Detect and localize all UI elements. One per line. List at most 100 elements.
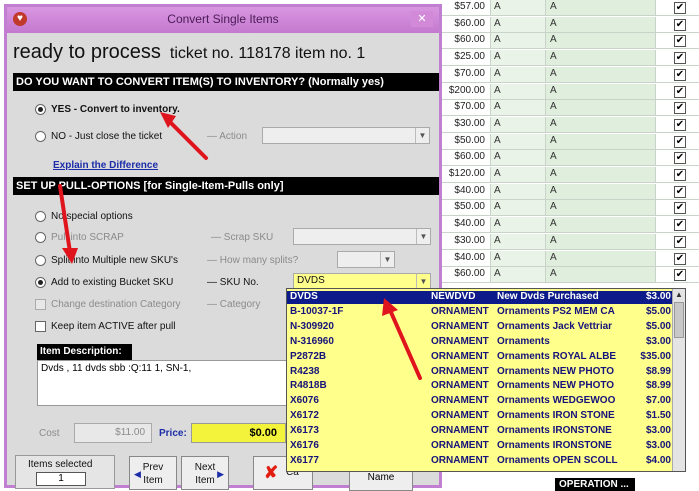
split-multiple-radio[interactable] bbox=[35, 255, 46, 266]
grid-row[interactable]: $60.00 A A ✔ bbox=[440, 33, 699, 50]
grid-row[interactable]: $60.00 A A ✔ bbox=[440, 16, 699, 33]
sku-option[interactable]: N-316960 ORNAMENT Ornaments $3.00 bbox=[287, 336, 673, 349]
cost-label: Cost bbox=[39, 428, 60, 439]
sku-option[interactable]: X6076 ORNAMENT Ornaments WEDGEWOO $7.00 bbox=[287, 395, 673, 408]
next-item-button[interactable]: ▶ Next Item bbox=[181, 456, 229, 490]
category-label: — Category bbox=[207, 299, 261, 310]
grid-divider bbox=[490, 150, 491, 167]
grid-row[interactable]: $30.00 A A ✔ bbox=[440, 233, 699, 250]
pull-scrap-label: Pull into SCRAP bbox=[51, 232, 124, 243]
no-close-radio[interactable] bbox=[35, 131, 46, 142]
scrap-sku-select[interactable]: ▼ bbox=[293, 228, 431, 245]
sku-option-category: ORNAMENT bbox=[431, 350, 489, 362]
grid-checkbox[interactable]: ✔ bbox=[674, 219, 686, 232]
explain-difference-link[interactable]: Explain the Difference bbox=[53, 160, 158, 171]
grid-divider bbox=[490, 116, 491, 133]
grid-row[interactable]: $40.00 A A ✔ bbox=[440, 217, 699, 234]
grid-checkbox[interactable]: ✔ bbox=[674, 102, 686, 115]
grid-col-a: A bbox=[494, 184, 501, 196]
grid-checkbox[interactable]: ✔ bbox=[674, 68, 686, 81]
yes-convert-radio[interactable] bbox=[35, 104, 46, 115]
scrap-sku-label: — Scrap SKU bbox=[211, 232, 274, 243]
grid-divider bbox=[490, 33, 491, 50]
change-category-checkbox[interactable] bbox=[35, 299, 46, 310]
grid-col-a: A bbox=[494, 268, 501, 280]
grid-cell-bg bbox=[546, 16, 655, 32]
grid-checkbox[interactable]: ✔ bbox=[674, 85, 686, 98]
sku-option[interactable]: R4238 ORNAMENT Ornaments NEW PHOTO $8.99 bbox=[287, 366, 673, 379]
grid-checkbox[interactable]: ✔ bbox=[674, 135, 686, 148]
dropdown-scrollbar[interactable]: ▲ bbox=[672, 289, 685, 471]
sku-option-code: X6176 bbox=[290, 440, 319, 451]
sku-option[interactable]: B-10037-1F ORNAMENT Ornaments PS2 MEM CA $5… bbox=[287, 306, 673, 319]
sku-option[interactable]: R4818B ORNAMENT Ornaments NEW PHOTO $8.99 bbox=[287, 380, 673, 393]
grid-checkbox[interactable]: ✔ bbox=[674, 152, 686, 165]
grid-col-a: A bbox=[494, 34, 501, 46]
grid-checkbox[interactable]: ✔ bbox=[674, 252, 686, 265]
grid-row[interactable]: $57.00 A A ✔ bbox=[440, 0, 699, 16]
grid-col-a: A bbox=[494, 17, 501, 29]
sku-option[interactable]: DVDS NEWDVD New Dvds Purchased $3.00 bbox=[287, 291, 673, 304]
action-select[interactable]: ▼ bbox=[262, 127, 430, 144]
grid-divider bbox=[545, 200, 546, 217]
sku-option-description: Ornaments IRONSTONE bbox=[497, 425, 612, 437]
grid-row[interactable]: $50.00 A A ✔ bbox=[440, 200, 699, 217]
grid-row[interactable]: $70.00 A A ✔ bbox=[440, 66, 699, 83]
grid-cell-bg bbox=[546, 50, 655, 66]
grid-checkbox[interactable]: ✔ bbox=[674, 52, 686, 65]
how-many-splits-select[interactable]: ▼ bbox=[337, 251, 395, 268]
grid-divider bbox=[655, 133, 656, 150]
sku-option-category: ORNAMENT bbox=[431, 320, 489, 332]
close-button[interactable]: ✕ bbox=[411, 11, 433, 27]
title-bar[interactable]: ♥ Convert Single Items ✕ bbox=[7, 7, 439, 33]
sku-option[interactable]: N-309920 ORNAMENT Ornaments Jack Vettriar $… bbox=[287, 321, 673, 334]
keep-active-checkbox[interactable] bbox=[35, 321, 46, 332]
grid-row[interactable]: $25.00 A A ✔ bbox=[440, 50, 699, 67]
grid-divider bbox=[655, 100, 656, 117]
grid-checkbox[interactable]: ✔ bbox=[674, 169, 686, 181]
scroll-up-icon[interactable]: ▲ bbox=[673, 289, 685, 301]
chevron-down-icon: ▼ bbox=[416, 274, 430, 289]
sku-option[interactable]: X6172 ORNAMENT Ornaments IRON STONE $1.50 bbox=[287, 410, 673, 423]
sku-option[interactable]: P2872B ORNAMENT Ornaments ROYAL ALBE $35.00 bbox=[287, 351, 673, 364]
cost-field[interactable]: $11.00 bbox=[74, 423, 152, 443]
sku-option[interactable]: X6173 ORNAMENT Ornaments IRONSTONE $3.00 bbox=[287, 425, 673, 438]
grid-cell-bg bbox=[546, 116, 655, 132]
grid-row[interactable]: $200.00 A A ✔ bbox=[440, 83, 699, 100]
sku-option[interactable]: X6177 ORNAMENT Ornaments OPEN SCOLL $4.00 bbox=[287, 455, 673, 468]
prev-item-button[interactable]: ◀ Prev Item bbox=[129, 456, 177, 490]
grid-checkbox[interactable]: ✔ bbox=[674, 18, 686, 31]
sku-dropdown-list[interactable]: DVDS NEWDVD New Dvds Purchased $3.00 B-10037… bbox=[286, 288, 686, 472]
grid-col-b: A bbox=[550, 51, 557, 63]
scroll-thumb[interactable] bbox=[674, 302, 684, 338]
sku-option-description: Ornaments WEDGEWOO bbox=[497, 395, 616, 407]
grid-checkbox[interactable]: ✔ bbox=[674, 269, 686, 282]
grid-row[interactable]: $40.00 A A ✔ bbox=[440, 183, 699, 200]
no-special-options-radio[interactable] bbox=[35, 211, 46, 222]
action-label: — Action bbox=[207, 131, 248, 142]
grid-checkbox[interactable]: ✔ bbox=[674, 202, 686, 215]
sku-option-category: ORNAMENT bbox=[431, 380, 489, 392]
sku-option[interactable]: X6176 ORNAMENT Ornaments IRONSTONE $3.00 bbox=[287, 440, 673, 453]
pull-scrap-radio[interactable] bbox=[35, 232, 46, 243]
grid-checkbox[interactable]: ✔ bbox=[674, 118, 686, 131]
sku-option-category: ORNAMENT bbox=[431, 305, 489, 317]
grid-divider bbox=[490, 233, 491, 250]
chevron-down-icon: ▼ bbox=[380, 252, 394, 267]
grid-row[interactable]: $30.00 A A ✔ bbox=[440, 116, 699, 133]
grid-checkbox[interactable]: ✔ bbox=[674, 2, 686, 14]
grid-row[interactable]: $120.00 A A ✔ bbox=[440, 167, 699, 183]
add-bucket-sku-radio[interactable] bbox=[35, 277, 46, 288]
price-field[interactable]: $0.00 bbox=[191, 423, 286, 443]
grid-row[interactable]: $50.00 A A ✔ bbox=[440, 133, 699, 150]
grid-checkbox[interactable]: ✔ bbox=[674, 35, 686, 48]
grid-row[interactable]: $60.00 A A ✔ bbox=[440, 267, 699, 284]
grid-cell-bg bbox=[546, 66, 655, 82]
grid-row[interactable]: $70.00 A A ✔ bbox=[440, 100, 699, 117]
grid-row[interactable]: $60.00 A A ✔ bbox=[440, 150, 699, 167]
grid-checkbox[interactable]: ✔ bbox=[674, 185, 686, 198]
grid-divider bbox=[490, 100, 491, 117]
grid-divider bbox=[490, 66, 491, 83]
grid-row[interactable]: $40.00 A A ✔ bbox=[440, 250, 699, 267]
grid-checkbox[interactable]: ✔ bbox=[674, 235, 686, 248]
